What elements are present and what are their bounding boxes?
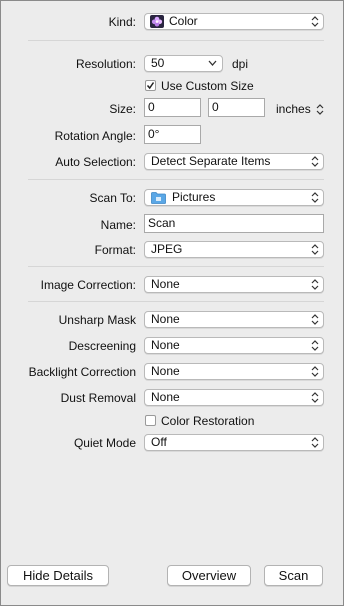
descreening-popup[interactable]: None <box>144 337 324 354</box>
chevron-updown-icon <box>311 16 319 27</box>
resolution-combo[interactable]: 50 <box>144 55 223 72</box>
quiet-mode-label: Quiet Mode <box>73 436 136 450</box>
unsharp-mask-value: None <box>151 312 180 326</box>
resolution-label: Resolution: <box>75 57 136 71</box>
overview-label: Overview <box>181 568 237 583</box>
backlight-correction-label: Backlight Correction <box>28 365 136 379</box>
backlight-correction-value: None <box>151 364 180 378</box>
scanner-panel: Kind: Color Resolution: 50 dpi Use Custo… <box>0 0 344 606</box>
rotation-angle-field[interactable]: 0° <box>144 125 201 144</box>
image-correction-label: Image Correction: <box>40 278 136 292</box>
name-value: Scan <box>148 216 176 230</box>
descreening-label: Descreening <box>68 339 136 353</box>
rotation-angle-value: 0° <box>148 127 160 141</box>
scan-button[interactable]: Scan <box>264 565 323 586</box>
dust-removal-popup[interactable]: None <box>144 389 324 406</box>
separator <box>28 40 324 41</box>
kind-value: Color <box>169 14 198 28</box>
resolution-value: 50 <box>151 56 165 70</box>
format-value: JPEG <box>151 242 183 256</box>
color-restoration-checkbox[interactable] <box>145 415 156 426</box>
chevron-updown-icon <box>311 437 319 448</box>
descreening-value: None <box>151 338 180 352</box>
image-correction-popup[interactable]: None <box>144 276 324 293</box>
quiet-mode-popup[interactable]: Off <box>144 434 324 451</box>
unsharp-mask-popup[interactable]: None <box>144 311 324 328</box>
color-flower-icon <box>150 15 164 32</box>
hide-details-label: Hide Details <box>22 568 94 583</box>
image-correction-value: None <box>151 277 180 291</box>
kind-label: Kind: <box>108 15 136 29</box>
size-height-field[interactable]: 0 <box>208 98 265 117</box>
separator <box>28 301 324 302</box>
chevron-updown-icon <box>311 366 319 377</box>
format-popup[interactable]: JPEG <box>144 241 324 258</box>
name-label: Name: <box>100 218 136 232</box>
chevron-updown-icon <box>311 314 319 325</box>
auto-selection-popup[interactable]: Detect Separate Items <box>144 153 324 170</box>
chevron-updown-icon <box>311 392 319 403</box>
scan-to-label: Scan To: <box>89 191 136 205</box>
size-width-value: 0 <box>148 100 155 114</box>
kind-popup[interactable]: Color <box>144 13 324 30</box>
unsharp-mask-label: Unsharp Mask <box>58 313 136 327</box>
rotation-angle-label: Rotation Angle: <box>54 129 136 143</box>
size-width-field[interactable]: 0 <box>144 98 201 117</box>
use-custom-size-label: Use Custom Size <box>161 79 254 93</box>
size-height-value: 0 <box>212 100 219 114</box>
chevron-updown-icon <box>311 156 319 167</box>
auto-selection-value: Detect Separate Items <box>151 154 271 168</box>
overview-button[interactable]: Overview <box>167 565 251 586</box>
chevron-updown-icon <box>316 104 324 115</box>
hide-details-button[interactable]: Hide Details <box>7 565 109 586</box>
name-field[interactable]: Scan <box>144 214 324 233</box>
chevron-updown-icon <box>311 192 319 203</box>
resolution-unit: dpi <box>232 57 249 71</box>
dust-removal-value: None <box>151 390 180 404</box>
separator <box>28 266 324 267</box>
scan-to-value: Pictures <box>172 190 216 204</box>
checkmark-icon <box>146 82 155 90</box>
chevron-updown-icon <box>311 340 319 351</box>
backlight-correction-popup[interactable]: None <box>144 363 324 380</box>
size-unit-value: inches <box>276 102 311 116</box>
color-restoration-label: Color Restoration <box>161 414 255 428</box>
folder-icon <box>151 192 166 208</box>
size-label: Size: <box>109 102 136 116</box>
separator <box>28 179 324 180</box>
quiet-mode-value: Off <box>151 435 167 449</box>
scan-to-popup[interactable]: Pictures <box>144 189 324 206</box>
format-label: Format: <box>94 243 136 257</box>
chevron-down-icon <box>208 60 217 66</box>
chevron-updown-icon <box>311 279 319 290</box>
auto-selection-label: Auto Selection: <box>55 155 136 169</box>
dust-removal-label: Dust Removal <box>60 391 136 405</box>
chevron-updown-icon <box>311 244 319 255</box>
scan-label: Scan <box>278 568 309 583</box>
use-custom-size-checkbox[interactable] <box>145 80 156 91</box>
size-unit-popup[interactable]: inches <box>276 102 324 116</box>
